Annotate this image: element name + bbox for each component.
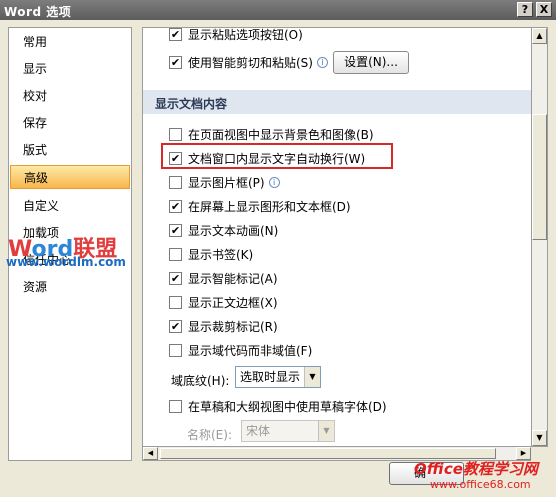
nav-item-resources[interactable]: 资源 (10, 275, 130, 299)
font-name-label: 名称(E): (187, 428, 232, 442)
font-name-select[interactable]: 宋体 ▼ (241, 420, 335, 442)
checkbox-bookmarks[interactable] (169, 247, 182, 261)
vertical-scrollbar[interactable]: ▲ ▼ (531, 27, 548, 447)
option-row[interactable]: 显示域代码而非域值(F) (169, 340, 312, 360)
option-label: 显示正文边框(X) (188, 295, 278, 310)
nav-item-layout[interactable]: 版式 (10, 138, 130, 162)
office68-watermark-logo: Office教程学习网 (414, 460, 538, 478)
option-row[interactable]: ✔ 使用智能剪切和粘贴(S) i (169, 52, 328, 72)
help-button[interactable]: ? (517, 2, 533, 17)
option-label: 显示书签(K) (188, 247, 254, 262)
close-button[interactable]: X (536, 2, 552, 17)
settings-button[interactable]: 设置(N)... (333, 51, 409, 74)
highlight-box (161, 143, 393, 169)
checkbox-text-boundaries[interactable] (169, 295, 182, 309)
option-label: 显示图片框(P) (188, 175, 265, 190)
nav-item-common[interactable]: 常用 (10, 30, 130, 54)
scroll-left-icon[interactable]: ◀ (143, 447, 158, 460)
option-label: 在屏幕上显示图形和文本框(D) (188, 199, 351, 214)
option-label: 在草稿和大纲视图中使用草稿字体(D) (188, 399, 387, 414)
checkbox-background-images[interactable] (169, 127, 182, 141)
dropdown-arrow-icon[interactable]: ▼ (318, 421, 334, 441)
checkbox-show-paste-options[interactable]: ✔ (169, 28, 182, 41)
option-row[interactable]: ✔ 在屏幕上显示图形和文本框(D) (169, 196, 351, 216)
field-shading-label: 域底纹(H): (171, 374, 230, 388)
section-title: 显示文档内容 (155, 97, 228, 111)
option-row[interactable]: ✔ 显示智能标记(A) (169, 268, 278, 288)
option-row[interactable]: 显示图片框(P) i (169, 172, 280, 192)
checkbox-smart-cut-paste[interactable]: ✔ (169, 55, 182, 69)
option-label: 显示裁剪标记(R) (188, 319, 278, 334)
option-row[interactable]: 在页面视图中显示背景色和图像(B) (169, 124, 374, 144)
option-row[interactable]: 显示正文边框(X) (169, 292, 278, 312)
option-row[interactable]: ✔ 显示粘贴选项按钮(O) (169, 27, 303, 44)
checkbox-picture-placeholders[interactable] (169, 175, 182, 189)
field-shading-value: 选取时显示 (240, 370, 301, 384)
option-label: 在页面视图中显示背景色和图像(B) (188, 127, 374, 142)
font-name-value: 宋体 (246, 424, 271, 438)
nav-item-display[interactable]: 显示 (10, 57, 130, 81)
nav-item-advanced[interactable]: 高级 (10, 165, 130, 189)
scroll-down-icon[interactable]: ▼ (532, 430, 547, 446)
window-title: Word 选项 (4, 5, 72, 19)
option-label: 显示智能标记(A) (188, 271, 278, 286)
nav-item-proofing[interactable]: 校对 (10, 84, 130, 108)
title-bar: Word 选项 ? X (0, 0, 556, 20)
option-row[interactable]: 在草稿和大纲视图中使用草稿字体(D) (169, 396, 387, 416)
info-icon: i (268, 176, 280, 188)
section-header-show-content: 显示文档内容 (143, 90, 531, 114)
checkbox-smart-tags[interactable]: ✔ (169, 271, 182, 285)
checkbox-crop-marks[interactable]: ✔ (169, 319, 182, 333)
checkbox-drawings-textboxes[interactable]: ✔ (169, 199, 182, 213)
scroll-thumb[interactable] (532, 114, 547, 240)
office68-watermark-url: www.office68.com (430, 478, 531, 491)
scroll-up-icon[interactable]: ▲ (532, 28, 547, 44)
info-icon: i (316, 56, 328, 68)
checkbox-text-animation[interactable]: ✔ (169, 223, 182, 237)
option-label: 使用智能剪切和粘贴(S) (188, 55, 313, 70)
nav-item-customize[interactable]: 自定义 (10, 194, 130, 218)
dropdown-arrow-icon[interactable]: ▼ (304, 367, 320, 387)
checkbox-field-codes[interactable] (169, 343, 182, 357)
option-row[interactable]: ✔ 显示文本动画(N) (169, 220, 278, 240)
field-shading-select[interactable]: 选取时显示 ▼ (235, 366, 321, 388)
option-row[interactable]: ✔ 显示裁剪标记(R) (169, 316, 278, 336)
option-row[interactable]: 显示书签(K) (169, 244, 253, 264)
advanced-options-panel: ✔ 显示粘贴选项按钮(O) ✔ 使用智能剪切和粘贴(S) i 设置(N)... … (142, 27, 531, 447)
option-label: 显示粘贴选项按钮(O) (188, 27, 303, 42)
wordlm-watermark-url: www.wordlm.com (6, 255, 126, 269)
nav-item-save[interactable]: 保存 (10, 111, 130, 135)
checkbox-draft-font[interactable] (169, 399, 182, 413)
option-label: 显示文本动画(N) (188, 223, 279, 238)
option-label: 显示域代码而非域值(F) (188, 343, 313, 358)
